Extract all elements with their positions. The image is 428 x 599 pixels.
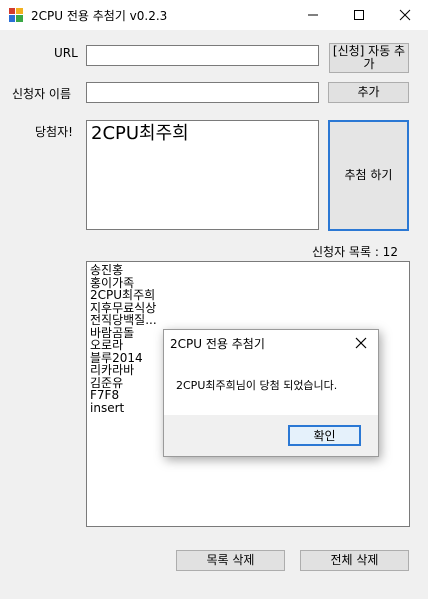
applicant-count: 신청자 목록 : 12 [312,245,398,259]
title-bar: 2CPU 전용 추첨기 v0.2.3 [0,0,428,30]
delete-item-button[interactable]: 목록 삭제 [176,550,285,571]
minimize-button[interactable] [290,0,336,30]
maximize-button[interactable] [336,0,382,30]
close-icon [399,9,411,21]
list-item[interactable]: 전직당백질... [90,314,406,327]
window-title: 2CPU 전용 추첨기 v0.2.3 [31,9,168,23]
list-item[interactable]: 2CPU최주희 [90,289,406,302]
add-button[interactable]: 추가 [328,82,409,103]
minimize-icon [308,14,318,16]
dialog-message: 2CPU최주희님이 당첨 되었습니다. [176,379,338,392]
url-label: URL [54,46,78,60]
app-icon [9,8,23,22]
maximize-icon [354,10,364,20]
dialog-title: 2CPU 전용 추첨기 [170,337,265,351]
close-button[interactable] [382,0,428,30]
ok-button[interactable]: 확인 [288,425,361,446]
auto-add-button[interactable]: [신청] 자동 추가 [329,43,409,73]
url-input[interactable] [86,45,319,66]
message-dialog: 2CPU 전용 추첨기 2CPU최주희님이 당첨 되었습니다. 확인 [163,329,379,457]
list-item[interactable]: 송진홍 [90,264,406,277]
applicant-label: 신청자 이름 [12,87,72,101]
dialog-footer: 확인 [164,415,378,456]
winner-label: 당첨자! [35,125,73,139]
applicant-input[interactable] [86,82,319,103]
draw-button[interactable]: 추첨 하기 [328,120,409,231]
winner-field[interactable]: 2CPU최주희 [86,120,319,230]
delete-all-button[interactable]: 전체 삭제 [300,550,409,571]
dialog-close-icon[interactable] [354,336,368,350]
